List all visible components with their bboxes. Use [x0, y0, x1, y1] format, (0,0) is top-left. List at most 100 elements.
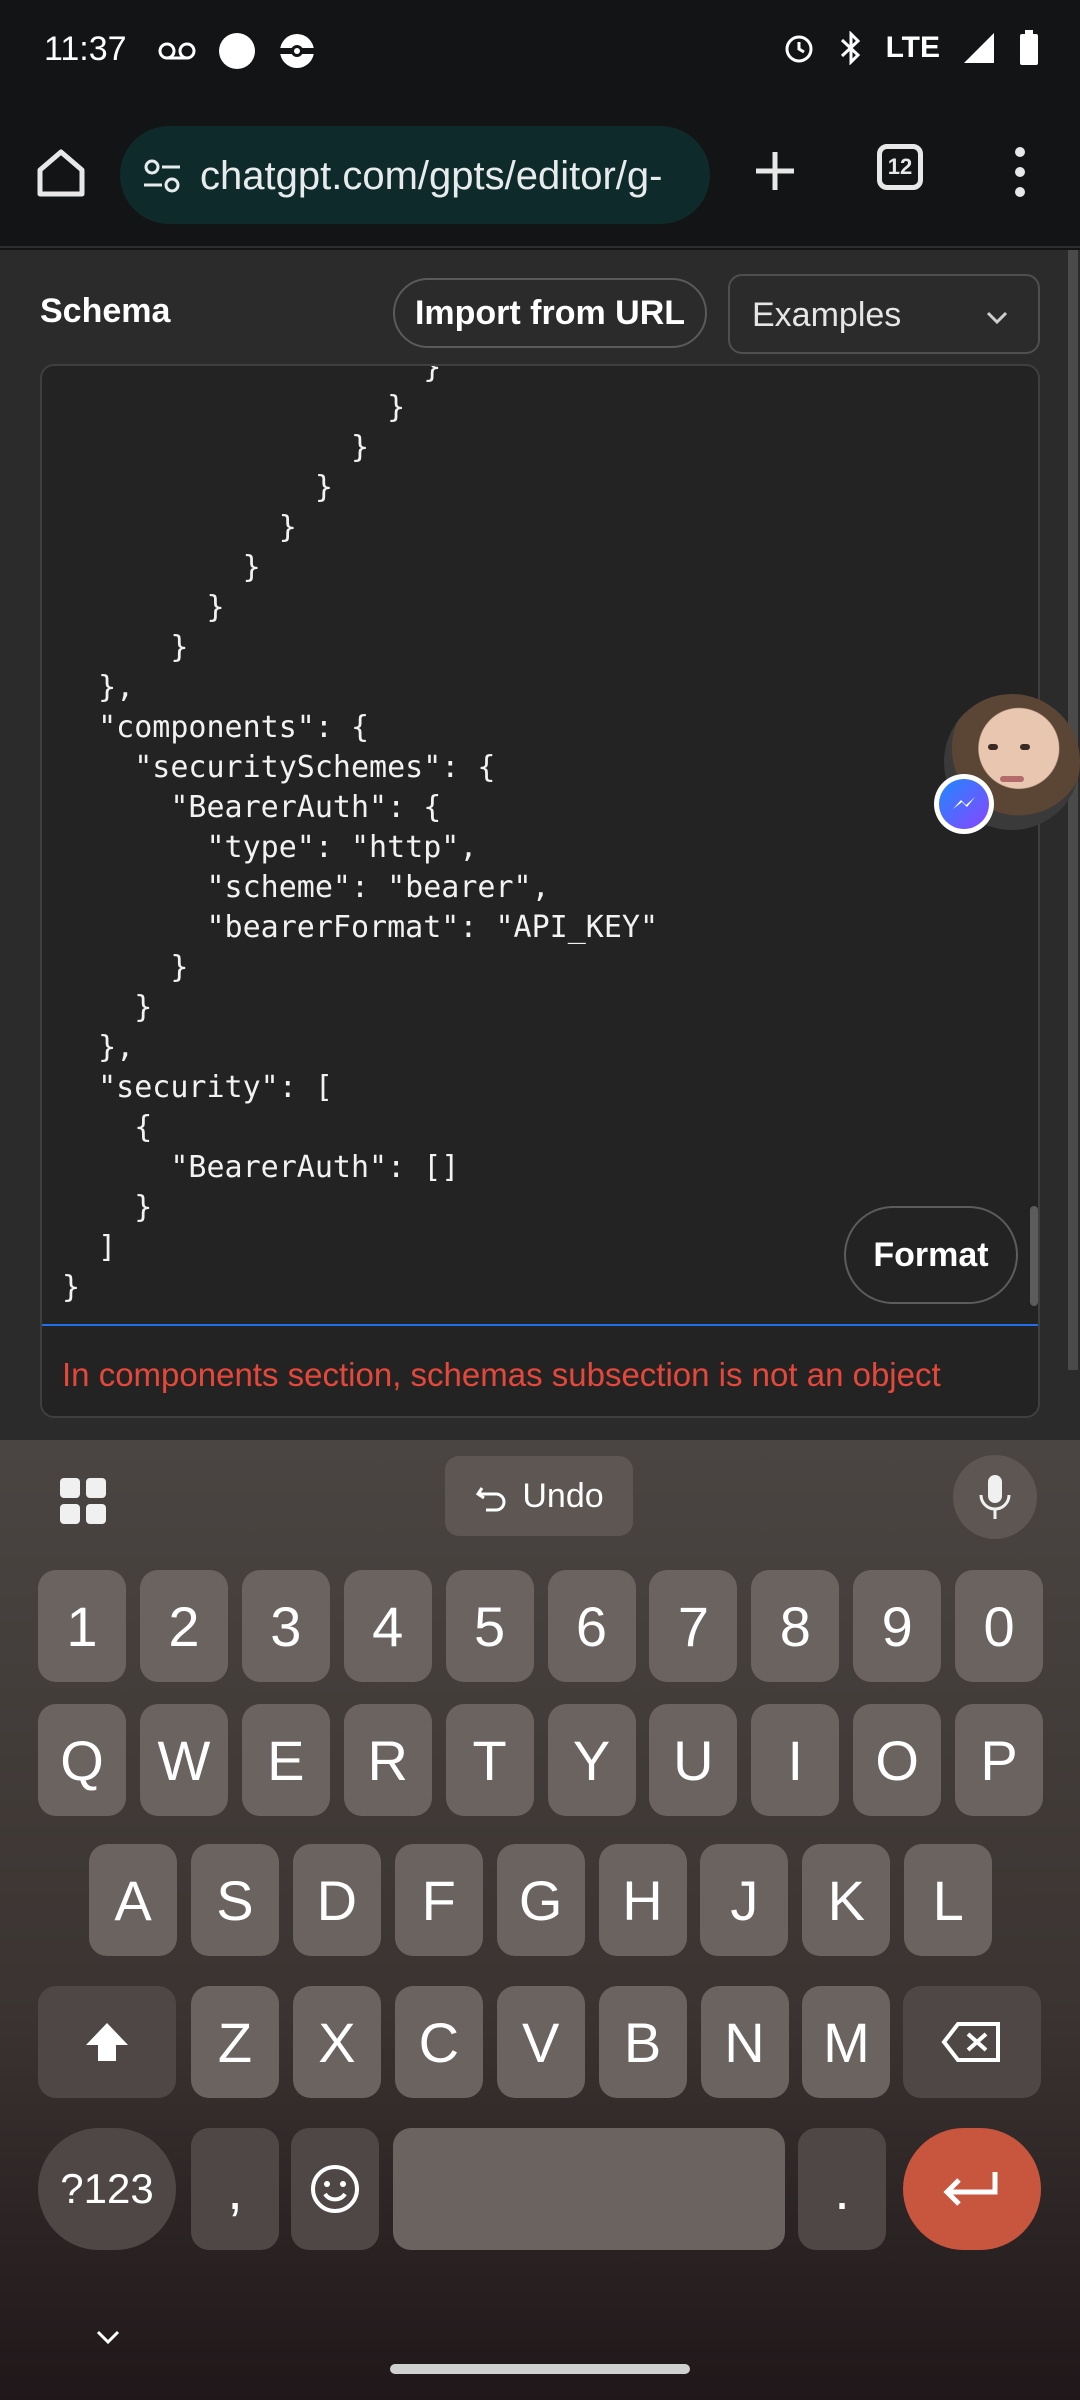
key-y[interactable]: Y — [547, 1704, 636, 1816]
schema-label: Schema — [40, 292, 171, 330]
messenger-badge[interactable] — [934, 774, 994, 834]
code-line[interactable]: } — [62, 1188, 658, 1228]
new-tab-button[interactable] — [744, 140, 806, 202]
key-v[interactable]: V — [496, 1986, 585, 2098]
code-line[interactable]: "components": { — [62, 708, 658, 748]
schema-editor-panel: Schema Import from URL Examples } } } } … — [0, 250, 1080, 1440]
key-x[interactable]: X — [292, 1986, 381, 2098]
key-1[interactable]: 1 — [38, 1570, 126, 1682]
avatar-mouth — [1000, 776, 1024, 782]
key-k[interactable]: K — [802, 1844, 891, 1956]
key-m[interactable]: M — [802, 1986, 891, 2098]
record-dot-icon — [219, 33, 255, 69]
key-7[interactable]: 7 — [649, 1570, 738, 1682]
key-8[interactable]: 8 — [751, 1570, 840, 1682]
messenger-icon — [939, 779, 989, 829]
code-line[interactable]: } — [62, 548, 658, 588]
code-line[interactable]: "BearerAuth": [] — [62, 1148, 658, 1188]
key-d[interactable]: D — [292, 1844, 381, 1956]
key-b[interactable]: B — [598, 1986, 687, 2098]
key-p[interactable]: P — [955, 1704, 1044, 1816]
editor-scrollbar[interactable] — [1030, 1206, 1038, 1306]
tab-switcher-button[interactable]: 12 — [877, 144, 923, 190]
avatar-eye — [988, 744, 998, 750]
backspace-key[interactable] — [903, 1986, 1041, 2098]
key-h[interactable]: H — [598, 1844, 687, 1956]
code-line[interactable]: } — [62, 388, 658, 428]
code-line[interactable]: ] — [62, 1228, 658, 1268]
code-line[interactable]: }, — [62, 668, 658, 708]
key-3[interactable]: 3 — [241, 1570, 330, 1682]
plus-icon — [756, 152, 794, 190]
key-c[interactable]: C — [394, 1986, 483, 2098]
emoji-key[interactable] — [291, 2128, 379, 2250]
code-line[interactable]: }, — [62, 1028, 658, 1068]
code-line[interactable]: } — [62, 1268, 658, 1308]
key-5[interactable]: 5 — [445, 1570, 534, 1682]
key-9[interactable]: 9 — [853, 1570, 942, 1682]
code-line[interactable]: "BearerAuth": { — [62, 788, 658, 828]
key-0[interactable]: 0 — [955, 1570, 1044, 1682]
key-g[interactable]: G — [496, 1844, 585, 1956]
code-line[interactable]: { — [62, 1108, 658, 1148]
code-line[interactable]: } — [62, 366, 658, 388]
code-line[interactable]: "securitySchemes": { — [62, 748, 658, 788]
code-line[interactable]: "type": "http", — [62, 828, 658, 868]
voice-input-button[interactable] — [953, 1455, 1037, 1539]
code-line[interactable]: "security": [ — [62, 1068, 658, 1108]
key-t[interactable]: T — [445, 1704, 534, 1816]
schema-code[interactable]: } } } } } } } } }, "components": { "secu… — [62, 366, 658, 1308]
undo-button[interactable]: Undo — [445, 1456, 633, 1536]
key-s[interactable]: S — [190, 1844, 279, 1956]
shift-key[interactable] — [38, 1986, 176, 2098]
gesture-nav-bar[interactable] — [390, 2364, 690, 2374]
code-line[interactable]: } — [62, 428, 658, 468]
code-line[interactable]: } — [62, 988, 658, 1028]
shift-icon — [86, 2023, 128, 2061]
enter-key[interactable] — [903, 2128, 1041, 2250]
code-text-area[interactable]: } } } } } } } } }, "components": { "secu… — [42, 366, 1038, 1326]
key-u[interactable]: U — [649, 1704, 738, 1816]
key-q[interactable]: Q — [38, 1704, 126, 1816]
key-n[interactable]: N — [700, 1986, 789, 2098]
key-6[interactable]: 6 — [547, 1570, 636, 1682]
code-line[interactable]: } — [62, 508, 658, 548]
keyboard-toolbar: Undo — [0, 1440, 1080, 1550]
symbols-key[interactable]: ?123 — [38, 2128, 176, 2250]
key-4[interactable]: 4 — [343, 1570, 432, 1682]
code-line[interactable]: "bearerFormat": "API_KEY" — [62, 908, 658, 948]
url-text[interactable]: chatgpt.com/gpts/editor/g- — [200, 154, 700, 199]
home-button[interactable] — [30, 142, 92, 204]
key-e[interactable]: E — [241, 1704, 330, 1816]
code-line[interactable]: } — [62, 468, 658, 508]
site-settings-icon[interactable] — [140, 154, 184, 198]
key-z[interactable]: Z — [191, 1986, 279, 2098]
code-line[interactable]: } — [62, 588, 658, 628]
key-i[interactable]: I — [751, 1704, 840, 1816]
comma-key[interactable]: , — [191, 2128, 279, 2250]
apps-grid-icon[interactable] — [58, 1476, 108, 1526]
overflow-menu-button[interactable] — [1000, 140, 1040, 204]
code-line[interactable]: "scheme": "bearer", — [62, 868, 658, 908]
key-j[interactable]: J — [700, 1844, 789, 1956]
key-l[interactable]: L — [904, 1844, 993, 1956]
key-2[interactable]: 2 — [139, 1570, 228, 1682]
signal-icon — [964, 33, 994, 63]
page-scrollbar[interactable] — [1068, 250, 1078, 1370]
code-line[interactable]: } — [62, 948, 658, 988]
import-from-url-button[interactable]: Import from URL — [393, 278, 707, 348]
schema-code-editor[interactable]: } } } } } } } } }, "components": { "secu… — [40, 364, 1040, 1418]
examples-select[interactable]: Examples — [728, 274, 1040, 354]
key-a[interactable]: A — [89, 1844, 177, 1956]
format-button[interactable]: Format — [844, 1206, 1018, 1304]
key-f[interactable]: F — [394, 1844, 483, 1956]
key-o[interactable]: O — [853, 1704, 942, 1816]
key-w[interactable]: W — [139, 1704, 228, 1816]
space-key[interactable] — [393, 2128, 785, 2250]
code-line[interactable]: } — [62, 628, 658, 668]
period-key[interactable]: . — [798, 2128, 886, 2250]
bluetooth-icon — [840, 31, 860, 65]
hide-keyboard-icon[interactable] — [90, 2320, 126, 2356]
key-r[interactable]: R — [343, 1704, 432, 1816]
address-bar[interactable]: chatgpt.com/gpts/editor/g- — [120, 126, 710, 224]
